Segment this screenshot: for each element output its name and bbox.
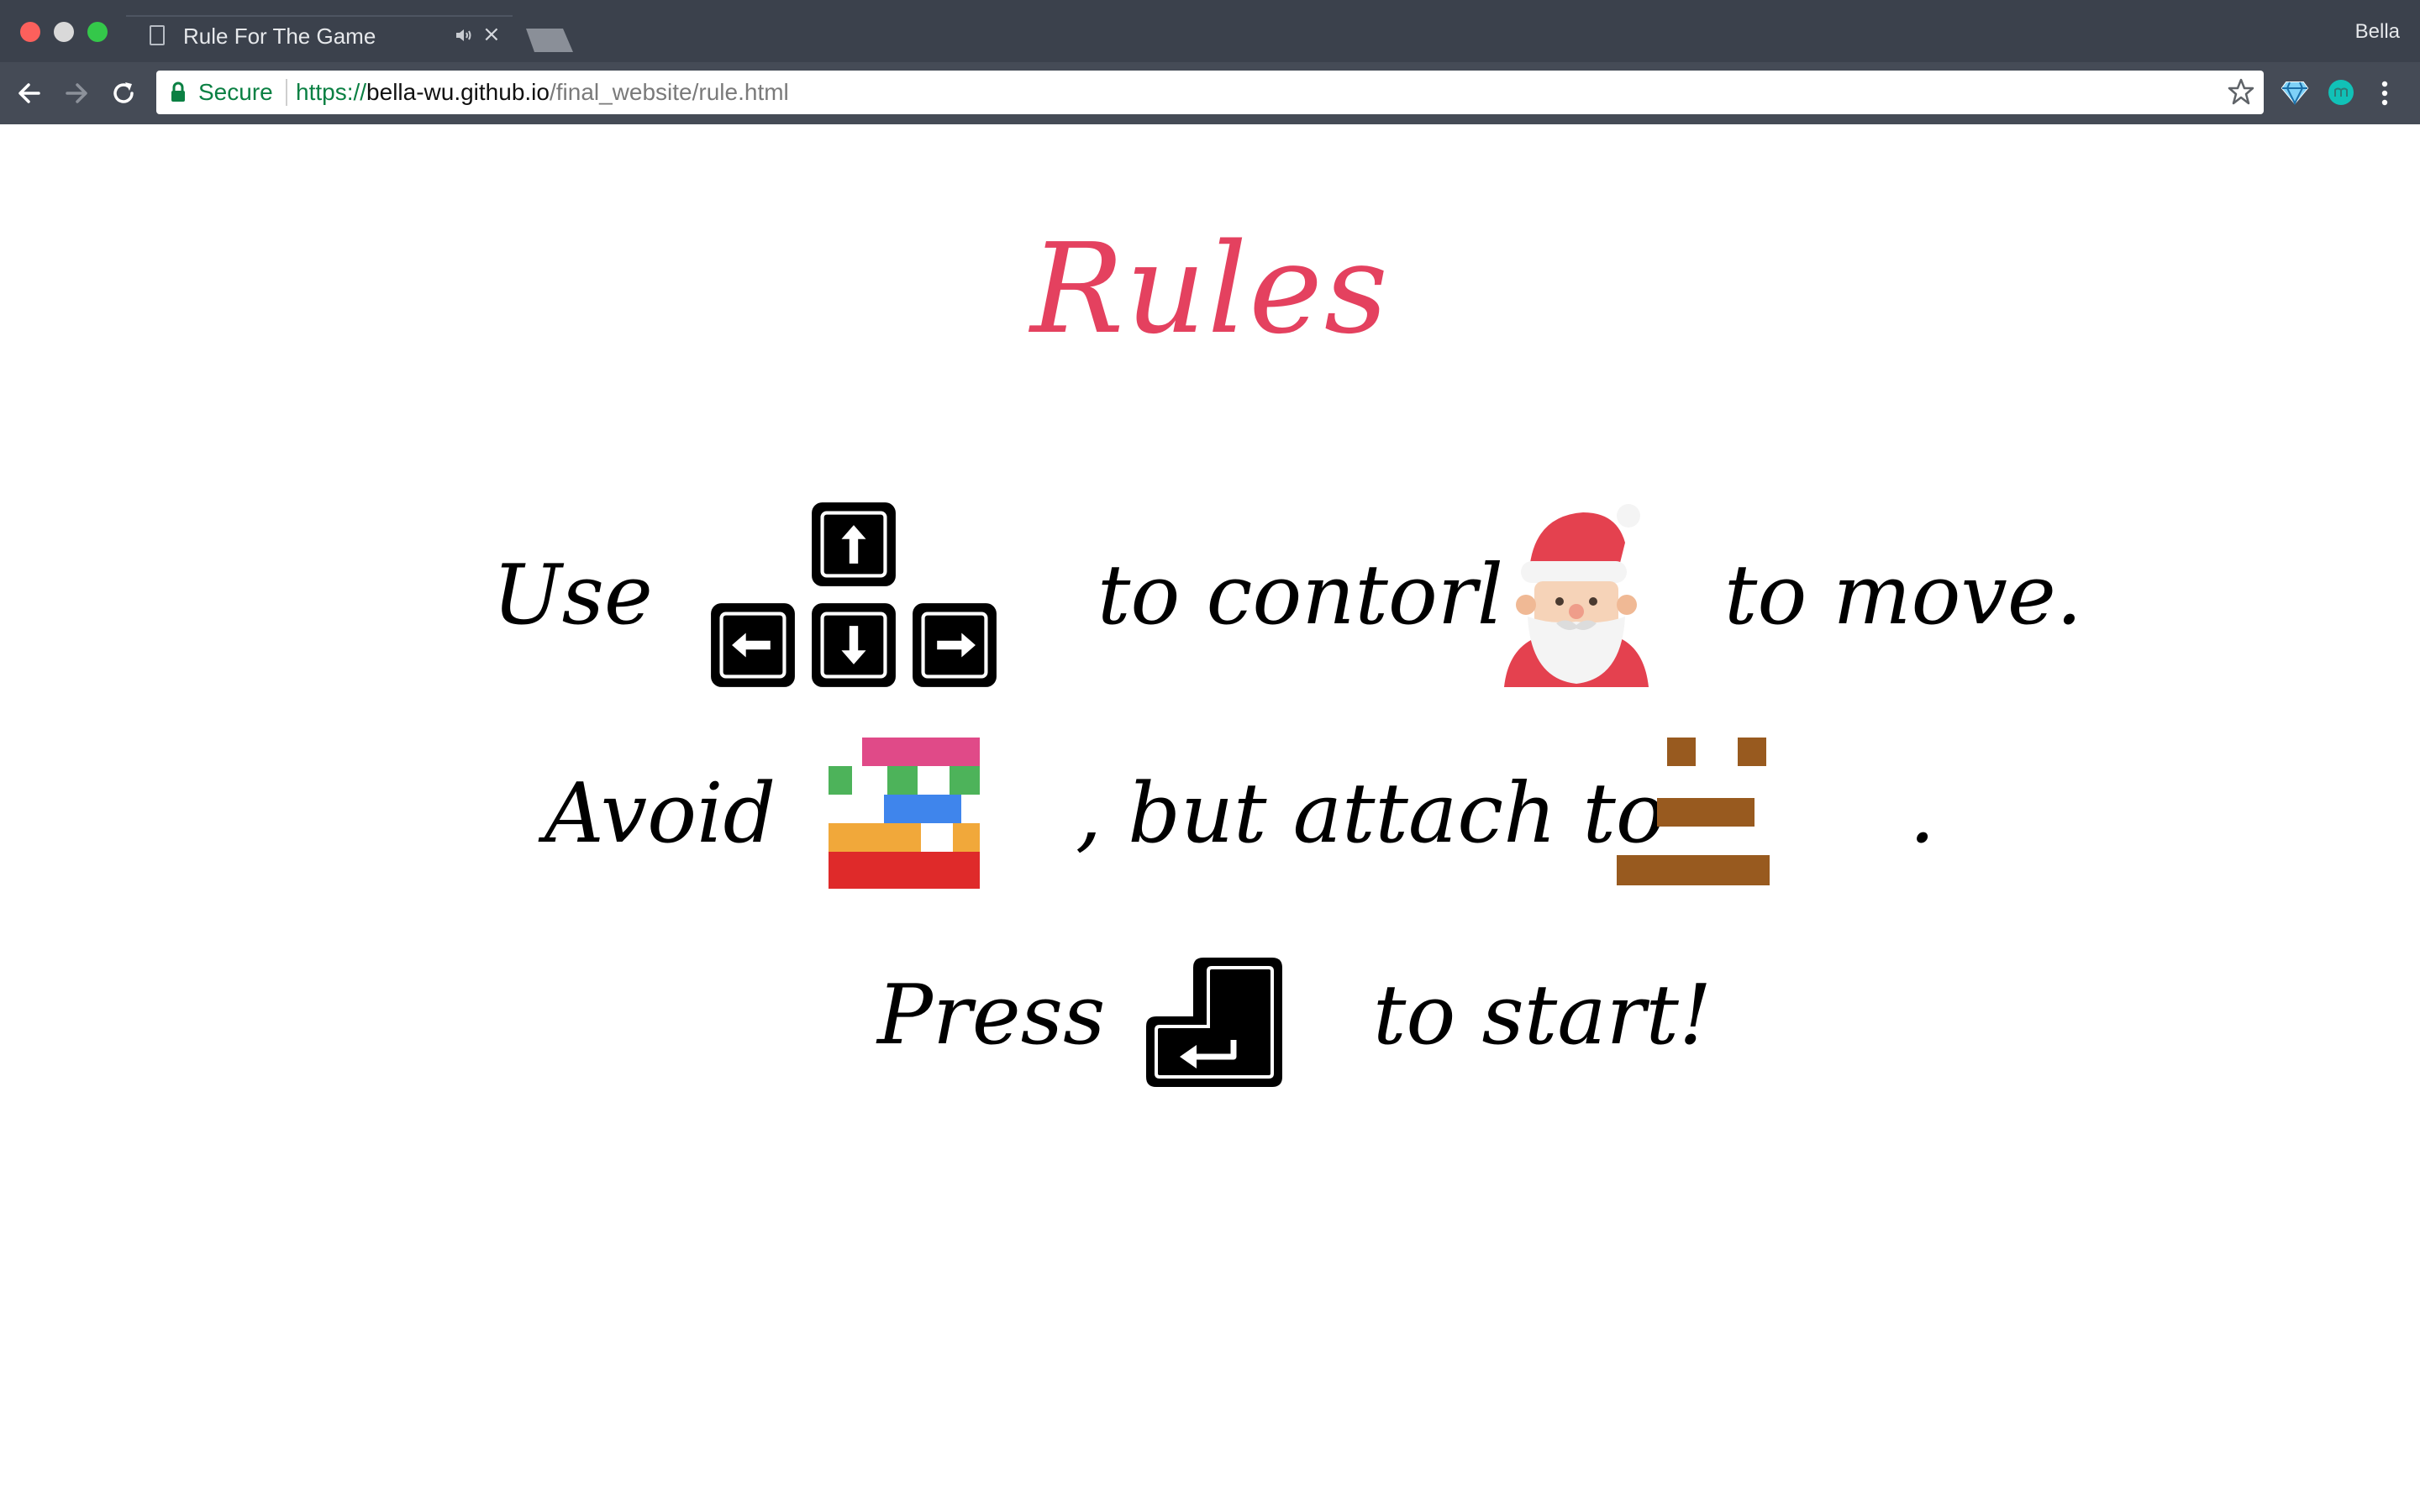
tab-bar: Rule For The Game × Bella: [0, 0, 2420, 64]
but-attach-text: , but attach to: [1076, 766, 1665, 862]
obstacle-blocks-icon: [829, 738, 980, 889]
url-path: /final_website/rule.html: [549, 79, 789, 105]
press-text: Press: [877, 968, 1106, 1063]
platform-icon: [1617, 738, 1770, 885]
lock-icon: [171, 81, 185, 102]
to-move-text: to move.: [1724, 548, 2082, 643]
arrow-right-key-icon: [913, 603, 997, 687]
page-title: Rules: [1030, 217, 1390, 361]
to-start-text: to start!: [1373, 968, 1712, 1063]
address-separator: [286, 79, 287, 106]
audio-icon[interactable]: [454, 25, 474, 45]
url-text[interactable]: https://bella-wu.github.io/final_website…: [296, 79, 789, 106]
arrow-down-key-icon: [812, 603, 896, 687]
arrow-left-key-icon: [711, 603, 795, 687]
reload-icon[interactable]: [108, 77, 139, 109]
url-scheme: https://: [296, 79, 367, 105]
enter-key-icon: [1146, 958, 1282, 1087]
extension-m-icon[interactable]: [2328, 79, 2354, 106]
forward-icon[interactable]: [60, 77, 92, 109]
arrow-up-key-icon: [812, 502, 896, 586]
tab-title: Rule For The Game: [183, 24, 376, 49]
back-icon[interactable]: [13, 77, 45, 109]
profile-name[interactable]: Bella: [2355, 20, 2400, 44]
secure-label: Secure: [198, 79, 273, 105]
use-text: Use: [492, 548, 653, 643]
avoid-text: Avoid: [544, 766, 776, 862]
new-tab-button[interactable]: [523, 29, 575, 52]
zoom-window-button[interactable]: [87, 22, 108, 42]
menu-icon[interactable]: [2381, 81, 2388, 106]
minimize-window-button[interactable]: [54, 22, 74, 42]
star-icon[interactable]: [2227, 77, 2255, 106]
to-control-text: to contorl: [1097, 548, 1504, 643]
close-window-button[interactable]: [20, 22, 40, 42]
close-icon[interactable]: ×: [482, 24, 501, 45]
period-text: .: [1909, 766, 1936, 862]
extension-gem-icon[interactable]: [2281, 77, 2309, 106]
santa-icon: [1504, 504, 1649, 687]
url-host: bella-wu.github.io: [366, 79, 550, 105]
document-icon: [150, 25, 165, 45]
